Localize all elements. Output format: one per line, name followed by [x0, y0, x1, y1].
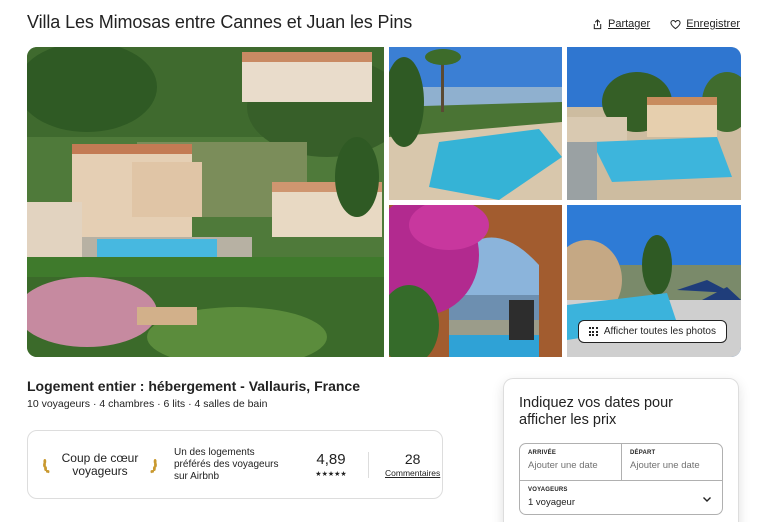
location-title: Logement entier : hébergement - Vallauri…	[27, 378, 360, 394]
share-button[interactable]: Partager	[592, 18, 650, 30]
photo-pool-house[interactable]	[567, 47, 741, 200]
reviews-label: Commentaires	[385, 468, 441, 478]
share-icon	[593, 18, 602, 29]
reviews-count: 28	[404, 451, 421, 467]
grid-icon	[588, 327, 598, 336]
main-photo[interactable]	[27, 47, 384, 357]
arrival-label: ARRIVÉE	[528, 450, 557, 456]
save-button[interactable]: Enregistrer	[670, 18, 740, 30]
arrival-placeholder: Ajouter une date	[528, 460, 598, 471]
guest-favorite-label: Coup de cœur voyageurs	[61, 450, 139, 478]
share-label: Partager	[608, 18, 651, 30]
guest-favorite-description: Un des logements préférés des voyageurs …	[174, 446, 279, 482]
guests-label: VOYAGEURS	[528, 487, 568, 493]
rating-value: 4,89	[316, 451, 346, 468]
departure-label: DÉPART	[630, 450, 656, 456]
arrival-date-field[interactable]: ARRIVÉE Ajouter une date	[520, 444, 622, 480]
departure-placeholder: Ajouter une date	[630, 460, 700, 471]
save-label: Enregistrer	[686, 18, 740, 30]
photo-bougainvillea[interactable]	[389, 205, 562, 357]
laurel-right-icon	[150, 458, 157, 473]
heart-icon	[670, 19, 681, 29]
guest-favorite-card: Coup de cœur voyageurs Un des logements …	[27, 430, 443, 499]
booking-title: Indiquez vos dates pour afficher les pri…	[519, 395, 673, 428]
photo-pool-view[interactable]	[389, 47, 562, 200]
reviews-link[interactable]: 28 Commentaires	[385, 451, 440, 478]
guest-favorite-badge: Coup de cœur voyageurs	[42, 450, 158, 478]
laurel-left-icon	[43, 458, 50, 473]
rating: 4,89 ★★★★★	[306, 451, 356, 478]
header-actions: Partager Enregistrer	[592, 18, 740, 30]
show-all-photos-label: Afficher toutes les photos	[603, 326, 716, 337]
guests-select[interactable]: VOYAGEURS 1 voyageur	[520, 480, 722, 516]
chevron-down-icon	[703, 497, 711, 502]
guests-value: 1 voyageur	[528, 497, 576, 508]
listing-title: Villa Les Mimosas entre Cannes et Juan l…	[27, 12, 413, 32]
departure-date-field[interactable]: DÉPART Ajouter une date	[622, 444, 723, 480]
divider	[368, 451, 369, 478]
photo-gallery: Afficher toutes les photos	[27, 47, 741, 357]
listing-details: 10 voyageurs · 4 chambres · 6 lits · 4 s…	[27, 398, 268, 410]
booking-inputs: ARRIVÉE Ajouter une date DÉPART Ajouter …	[519, 443, 723, 515]
show-all-photos-button[interactable]: Afficher toutes les photos	[577, 320, 727, 343]
rating-stars: ★★★★★	[315, 471, 347, 478]
booking-card: Indiquez vos dates pour afficher les pri…	[503, 378, 739, 522]
